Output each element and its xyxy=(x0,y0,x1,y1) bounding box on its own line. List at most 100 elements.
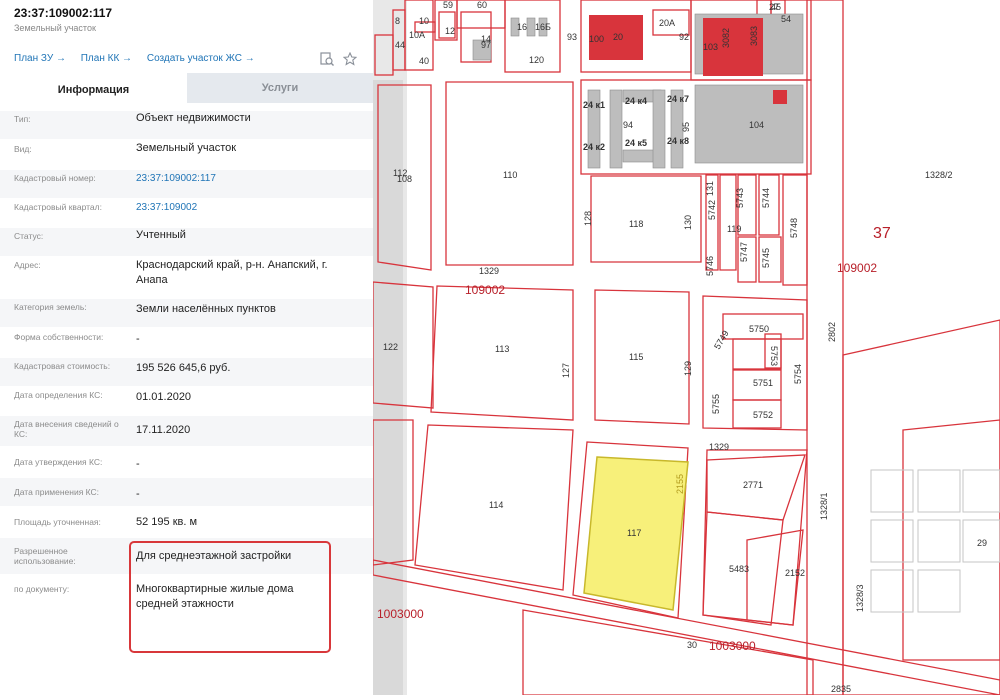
cadastral-map[interactable]: 8 10 10А 12 14 16 16Б 20 20А 27 40 44 45… xyxy=(372,0,1000,696)
field-value-type: Объект недвижимости xyxy=(136,112,251,124)
parcel-label: 114 xyxy=(489,500,503,510)
parcel-label: 16Б xyxy=(535,22,551,32)
tab-services[interactable]: Услуги xyxy=(187,73,373,103)
field-label-application-date: Дата применения КС: xyxy=(14,487,100,497)
parcel-label: 97 xyxy=(481,40,491,50)
plan-kk-link[interactable]: План КК → xyxy=(81,53,132,64)
field-value-land-category: Земли населённых пунктов xyxy=(136,303,276,315)
parcel-label: 1328/2 xyxy=(925,170,953,180)
parcel-label: 5483 xyxy=(729,564,749,574)
field-label-cadastral-number: Кадастровый номер: xyxy=(14,173,96,183)
cadastral-number-link[interactable]: 23:37:109002:117 xyxy=(136,171,361,186)
parcel-label: 2802 xyxy=(827,322,837,342)
parcel-label: 2771 xyxy=(743,480,763,490)
star-icon[interactable] xyxy=(343,52,357,66)
parcel-label: 20 xyxy=(613,32,623,42)
tab-information[interactable]: Информация xyxy=(0,73,187,105)
field-label-address: Адрес: xyxy=(14,260,41,270)
parcel-label: 110 xyxy=(503,170,517,180)
field-label-permitted-use: Разрешенное использование: xyxy=(14,546,76,566)
field-label-cadastral-quarter: Кадастровый квартал: xyxy=(14,202,102,212)
quarter-label: 1003000 xyxy=(377,607,424,621)
parcel-label: 20А xyxy=(659,18,675,28)
field-value-valuation-date: 01.01.2020 xyxy=(136,391,192,403)
parcel-label: 128 xyxy=(583,211,593,226)
cadastral-title: 23:37:109002:117 xyxy=(14,6,113,20)
field-label-kind: Вид: xyxy=(14,144,32,154)
quarter-label: 37 xyxy=(873,225,891,242)
quarter-label: 109002 xyxy=(465,283,505,297)
create-plot-link[interactable]: Создать участок ЖС → xyxy=(147,53,255,64)
building-label: 24 к8 xyxy=(667,136,689,146)
field-label-type: Тип: xyxy=(14,114,31,124)
field-row-cadastral-value: Кадастровая стоимость: 195 526 645,6 руб… xyxy=(0,358,373,386)
field-label-cadastral-value: Кадастровая стоимость: xyxy=(14,361,111,371)
parcel-label: 115 xyxy=(629,352,643,362)
parcel-label: 2835 xyxy=(831,684,851,694)
action-links: План ЗУ → План КК → Создать участок ЖС → xyxy=(14,53,267,64)
parcel-label: 100 xyxy=(589,34,604,44)
parcel-label: 130 xyxy=(683,215,693,230)
parcel-label: 40 xyxy=(419,56,429,66)
parcel-label: 5748 xyxy=(789,218,799,238)
quarter-label: 1003000 xyxy=(709,639,756,653)
parcel-label: 5745 xyxy=(761,248,771,268)
parcel-label: 59 xyxy=(443,0,453,10)
parcel-label: 94 xyxy=(623,120,633,130)
tab-bar: Информация Услуги xyxy=(0,73,373,105)
parcel-label: 5743 xyxy=(735,188,745,208)
parcel-label: 5750 xyxy=(749,324,769,334)
parcel-label: 93 xyxy=(567,32,577,42)
field-value-status: Учтенный xyxy=(136,229,186,241)
field-row-kind: Вид: Земельный участок xyxy=(0,141,373,169)
building-label: 24 к5 xyxy=(625,138,647,148)
parcel-label: 131 xyxy=(705,181,715,196)
parcel-label: 5751 xyxy=(753,378,773,388)
parcel-label: 127 xyxy=(561,363,571,378)
parcel-label: 44 xyxy=(395,40,405,50)
parcel-label: 103 xyxy=(703,42,718,52)
parcel-label: 16 xyxy=(517,22,527,32)
field-row-cadastral-quarter: Кадастровый квартал: 23:37:109002 xyxy=(0,199,373,227)
parcel-label: 118 xyxy=(629,219,643,229)
parcel-label: 30 xyxy=(687,640,697,650)
parcel-label: 1329 xyxy=(709,442,729,452)
parcel-label: 12 xyxy=(445,26,455,36)
plan-zu-link[interactable]: План ЗУ → xyxy=(14,53,66,64)
parcel-label: 5746 xyxy=(705,256,715,276)
parcel-label: 3082 xyxy=(721,28,731,48)
field-value-kind: Земельный участок xyxy=(136,142,237,154)
field-row-status: Статус: Учтенный xyxy=(0,228,373,256)
parcel-label: 54 xyxy=(781,14,791,24)
parcel-label: 3083 xyxy=(749,26,759,46)
parcel-label: 5752 xyxy=(753,410,773,420)
info-panel: 23:37:109002:117 Земельный участок План … xyxy=(0,0,373,695)
parcel-label: 10А xyxy=(409,30,425,40)
field-row-land-category: Категория земель: Земли населённых пункт… xyxy=(0,299,373,327)
field-row-area: Площадь уточненная: 52 195 кв. м xyxy=(0,508,373,536)
parcel-label: 45 xyxy=(771,2,781,12)
parcel-label: 117 xyxy=(627,528,641,538)
parcel-label: 5747 xyxy=(739,242,749,262)
parcel-label: 5742 xyxy=(707,200,717,220)
parcel-label: 129 xyxy=(683,361,693,376)
field-row-ownership: Форма собственности: - xyxy=(0,329,373,357)
parcel-label: 5753 xyxy=(769,346,779,366)
field-label-area: Площадь уточненная: xyxy=(14,517,101,527)
cadastral-quarter-link[interactable]: 23:37:109002 xyxy=(136,200,361,215)
search-document-icon[interactable] xyxy=(320,52,334,66)
building-label: 24 к1 xyxy=(583,100,605,110)
field-value-application-date: - xyxy=(136,488,140,500)
field-value-entry-date: 17.11.2020 xyxy=(136,424,191,436)
parcel-label: 1329 xyxy=(479,266,499,276)
parcel-label: 95 xyxy=(681,122,691,132)
parcel-label: 2155 xyxy=(675,474,685,494)
quarter-label: 109002 xyxy=(837,261,877,275)
parcel-label: 8 xyxy=(395,16,400,26)
field-row-application-date: Дата применения КС: - xyxy=(0,478,373,506)
field-row-valuation-date: Дата определения КС: 01.01.2020 xyxy=(0,387,373,415)
field-label-ownership: Форма собственности: xyxy=(14,332,104,342)
parcel-label: 5754 xyxy=(793,364,803,384)
map-canvas[interactable]: 8 10 10А 12 14 16 16Б 20 20А 27 40 44 45… xyxy=(372,0,1000,696)
parcel-label: 1328/3 xyxy=(855,584,865,612)
